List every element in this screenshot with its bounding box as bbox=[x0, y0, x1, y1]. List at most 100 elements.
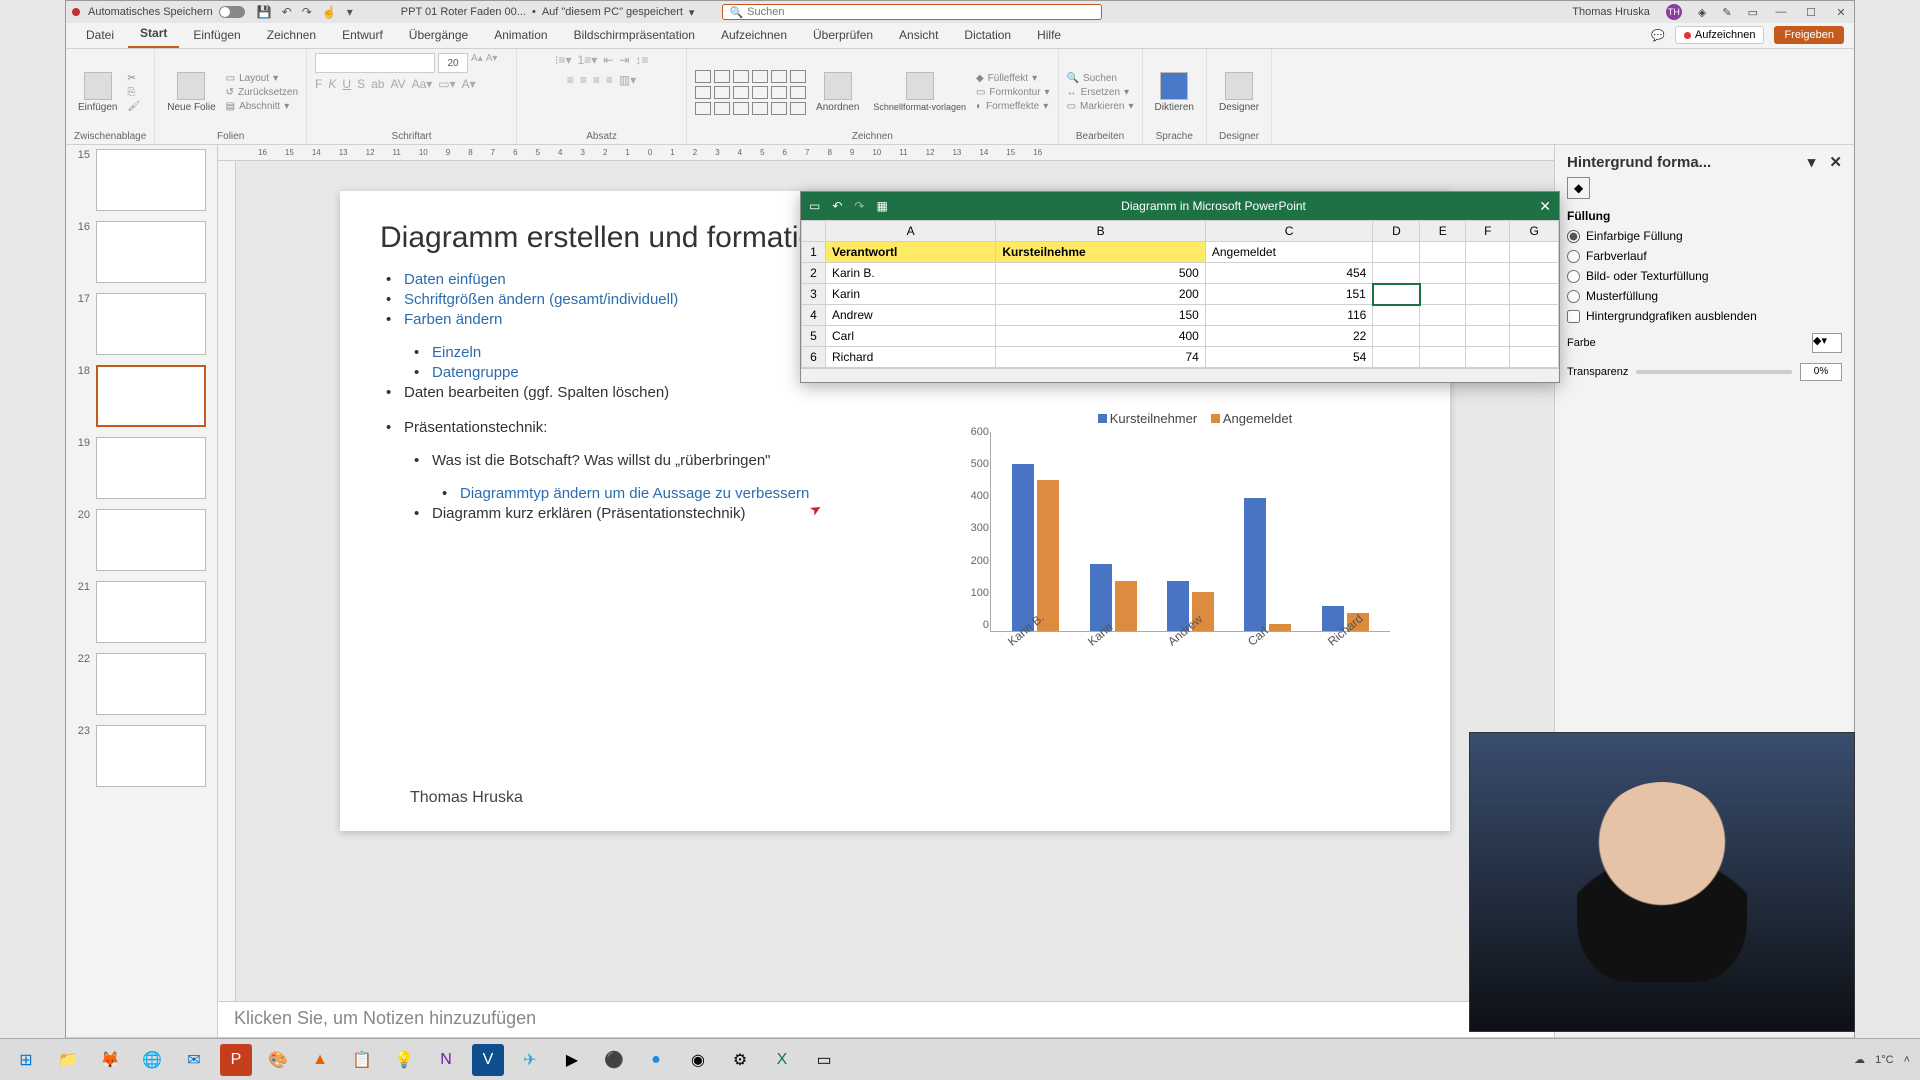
shadow-button[interactable]: ab bbox=[371, 77, 384, 91]
align-center-button[interactable]: ≡ bbox=[580, 73, 587, 87]
numbering-button[interactable]: 1≡▾ bbox=[578, 53, 598, 67]
qat-dropdown-icon[interactable]: ▾ bbox=[347, 5, 353, 19]
app-icon-7[interactable]: ◉ bbox=[682, 1044, 714, 1076]
chart[interactable]: Kursteilnehmer Angemeldet 60050040030020… bbox=[990, 411, 1390, 701]
chart-data-window[interactable]: ▭ ↶ ↷ ▦ Diagramm in Microsoft PowerPoint… bbox=[800, 191, 1560, 383]
fill-tab-icon[interactable]: ◆ bbox=[1567, 177, 1590, 199]
paste-button[interactable]: Einfügen bbox=[74, 70, 121, 115]
excel-icon[interactable]: X bbox=[766, 1044, 798, 1076]
opt-pattern-fill[interactable]: Musterfüllung bbox=[1567, 289, 1842, 303]
maximize-button[interactable]: ☐ bbox=[1804, 6, 1818, 19]
start-button[interactable]: ⊞ bbox=[10, 1044, 42, 1076]
share-button[interactable]: Freigeben bbox=[1774, 26, 1844, 44]
transparency-slider[interactable] bbox=[1636, 370, 1792, 374]
tab-entwurf[interactable]: Entwurf bbox=[330, 24, 395, 48]
opt-gradient-fill[interactable]: Farbverlauf bbox=[1567, 249, 1842, 263]
app-icon-5[interactable]: ▶ bbox=[556, 1044, 588, 1076]
italic-button[interactable]: K bbox=[328, 77, 336, 91]
datasheet-scrollbar[interactable] bbox=[801, 368, 1559, 382]
shape-effects-button[interactable]: ◐ Formeffekte ▾ bbox=[976, 101, 1050, 112]
tray-chevron-icon[interactable]: ˄ bbox=[1904, 1054, 1910, 1066]
record-button[interactable]: Aufzeichnen bbox=[1675, 26, 1765, 44]
redo-icon[interactable]: ↷ bbox=[302, 5, 312, 19]
pen-icon[interactable]: ✎ bbox=[1722, 6, 1731, 19]
columns-button[interactable]: ▥▾ bbox=[619, 73, 636, 87]
avatar[interactable]: TH bbox=[1666, 4, 1682, 20]
tab-bildschirm[interactable]: Bildschirmpräsentation bbox=[562, 24, 707, 48]
explorer-icon[interactable]: 📁 bbox=[52, 1044, 84, 1076]
thumbnail-17[interactable]: 17 bbox=[72, 293, 211, 355]
shape-fill-button[interactable]: ◆ Fülleffekt ▾ bbox=[976, 73, 1050, 84]
strike-button[interactable]: S bbox=[357, 77, 365, 91]
tab-start[interactable]: Start bbox=[128, 22, 179, 48]
ds-undo-icon[interactable]: ↶ bbox=[832, 199, 842, 213]
line-spacing-button[interactable]: ↕≡ bbox=[635, 53, 648, 67]
tab-ueberpruefen[interactable]: Überprüfen bbox=[801, 24, 885, 48]
app-icon-4[interactable]: V bbox=[472, 1044, 504, 1076]
settings-icon[interactable]: ⚙ bbox=[724, 1044, 756, 1076]
bullets-button[interactable]: ⁝≡▾ bbox=[555, 53, 572, 67]
ds-redo-icon[interactable]: ↷ bbox=[854, 199, 864, 213]
decrease-font-icon[interactable]: A▾ bbox=[486, 53, 498, 73]
selected-cell[interactable] bbox=[1373, 284, 1420, 305]
bold-button[interactable]: F bbox=[315, 77, 322, 91]
firefox-icon[interactable]: 🦊 bbox=[94, 1044, 126, 1076]
thumbnail-23[interactable]: 23 bbox=[72, 725, 211, 787]
search-input[interactable]: 🔍 Suchen bbox=[722, 4, 1102, 20]
app-icon-3[interactable]: 💡 bbox=[388, 1044, 420, 1076]
opt-solid-fill[interactable]: Einfarbige Füllung bbox=[1567, 229, 1842, 243]
dictate-button[interactable]: Diktieren bbox=[1151, 70, 1198, 115]
replace-button[interactable]: ↔ Ersetzen ▾ bbox=[1067, 87, 1134, 98]
toggle-switch[interactable] bbox=[219, 6, 245, 18]
touch-mode-icon[interactable]: ☝ bbox=[322, 5, 337, 19]
app-icon-8[interactable]: ▭ bbox=[808, 1044, 840, 1076]
undo-icon[interactable]: ↶ bbox=[282, 5, 292, 19]
thumbnail-15[interactable]: 15 bbox=[72, 149, 211, 211]
highlight-button[interactable]: ▭▾ bbox=[438, 77, 455, 91]
font-size-select[interactable]: 20 bbox=[438, 53, 468, 73]
case-button[interactable]: Aa▾ bbox=[412, 77, 433, 91]
autosave-toggle[interactable]: Automatisches Speichern bbox=[88, 6, 245, 18]
filename-area[interactable]: PPT 01 Roter Faden 00... • Auf "diesem P… bbox=[401, 6, 695, 19]
align-right-button[interactable]: ≡ bbox=[593, 73, 600, 87]
underline-button[interactable]: U bbox=[342, 77, 351, 91]
onenote-icon[interactable]: N bbox=[430, 1044, 462, 1076]
obs-icon[interactable]: ⚫ bbox=[598, 1044, 630, 1076]
taskbar[interactable]: ⊞ 📁 🦊 🌐 ✉ P 🎨 ▲ 📋 💡 N V ✈ ▶ ⚫ ● ◉ ⚙ X ▭ … bbox=[0, 1038, 1920, 1080]
thumbnail-19[interactable]: 19 bbox=[72, 437, 211, 499]
ds-grid-icon[interactable]: ▦ bbox=[876, 199, 887, 213]
close-button[interactable]: ✕ bbox=[1834, 6, 1848, 19]
select-button[interactable]: ▭ Markieren ▾ bbox=[1067, 101, 1134, 112]
thumbnail-panel[interactable]: 15 16 17 18 19 20 21 22 23 bbox=[66, 145, 218, 1037]
thumbnail-16[interactable]: 16 bbox=[72, 221, 211, 283]
tab-dictation[interactable]: Dictation bbox=[952, 24, 1023, 48]
tab-einfuegen[interactable]: Einfügen bbox=[181, 24, 252, 48]
tab-aufzeichnen[interactable]: Aufzeichnen bbox=[709, 24, 799, 48]
spacing-button[interactable]: AV bbox=[390, 77, 405, 91]
indent-inc-button[interactable]: ⇥ bbox=[619, 53, 629, 67]
opt-hide-bg[interactable]: Hintergrundgrafiken ausblenden bbox=[1567, 309, 1842, 323]
outlook-icon[interactable]: ✉ bbox=[178, 1044, 210, 1076]
reset-button[interactable]: ↺ Zurücksetzen bbox=[226, 87, 298, 98]
quick-styles-button[interactable]: Schnellformat-vorlagen bbox=[869, 70, 970, 114]
window-icon[interactable]: ▭ bbox=[1748, 6, 1758, 19]
font-family-select[interactable] bbox=[315, 53, 435, 73]
app-icon-2[interactable]: 📋 bbox=[346, 1044, 378, 1076]
new-slide-button[interactable]: Neue Folie bbox=[163, 70, 219, 115]
section-button[interactable]: ▤ Abschnitt ▾ bbox=[226, 101, 298, 112]
save-icon[interactable]: 💾 bbox=[257, 5, 272, 19]
designer-button[interactable]: Designer bbox=[1215, 70, 1263, 115]
notes-pane[interactable]: Klicken Sie, um Notizen hinzuzufügen bbox=[218, 1001, 1554, 1037]
thumbnail-18[interactable]: 18 bbox=[72, 365, 211, 427]
telegram-icon[interactable]: ✈ bbox=[514, 1044, 546, 1076]
ds-save-icon[interactable]: ▭ bbox=[809, 199, 820, 213]
weather-icon[interactable]: ☁ bbox=[1854, 1053, 1865, 1066]
chevron-down-icon[interactable]: ▾ bbox=[689, 6, 695, 19]
weather-temp[interactable]: 1°C bbox=[1875, 1054, 1893, 1066]
increase-font-icon[interactable]: A▴ bbox=[471, 53, 483, 73]
format-painter-button[interactable]: 🖌 bbox=[127, 101, 140, 112]
tab-zeichnen[interactable]: Zeichnen bbox=[255, 24, 328, 48]
tab-datei[interactable]: Datei bbox=[74, 24, 126, 48]
shapes-gallery[interactable] bbox=[695, 70, 806, 115]
bullet[interactable]: Daten bearbeiten (ggf. Spalten löschen) bbox=[380, 384, 1410, 401]
